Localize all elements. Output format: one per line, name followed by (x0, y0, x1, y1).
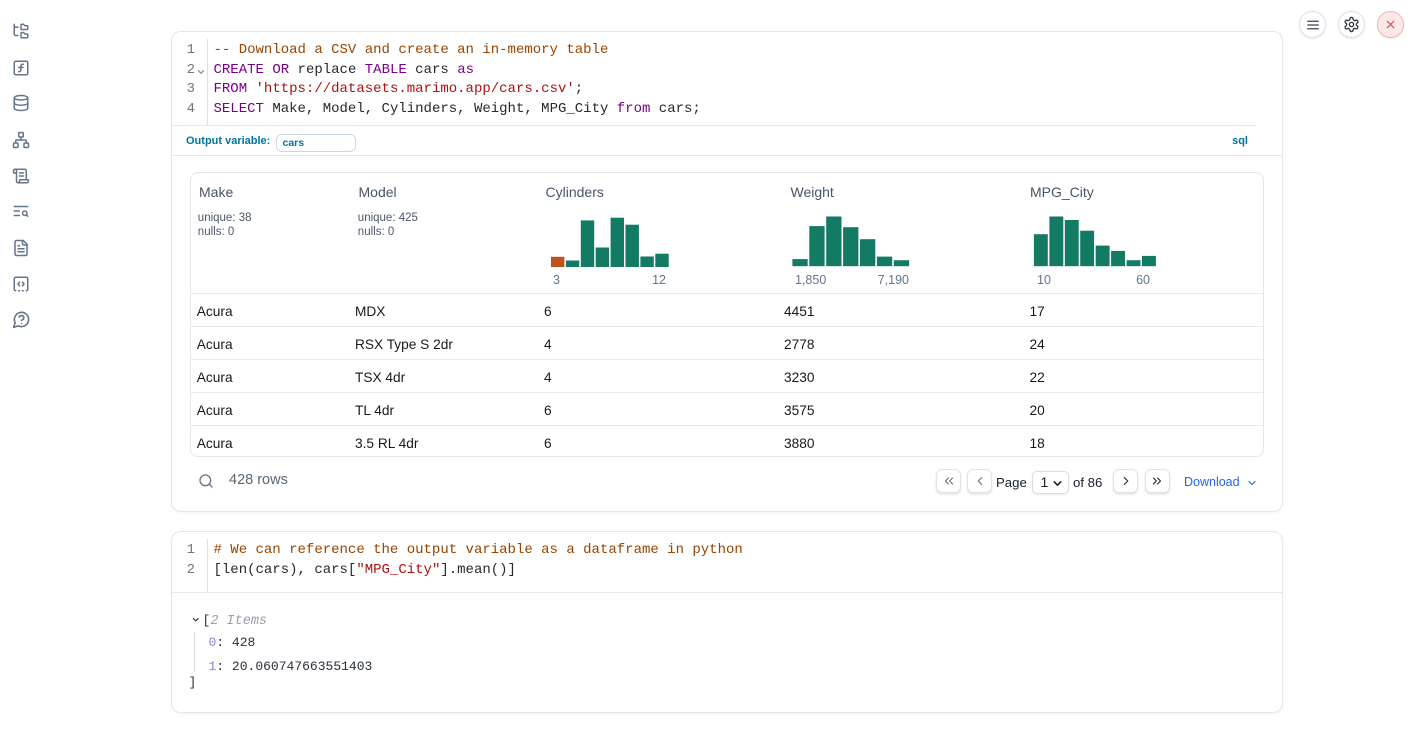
svg-text:10: 10 (1037, 273, 1051, 287)
svg-text:12: 12 (652, 273, 666, 287)
svg-text:7,190: 7,190 (878, 273, 909, 287)
svg-text:3: 3 (553, 273, 560, 287)
svg-text:60: 60 (1136, 273, 1150, 287)
svg-text:1,850: 1,850 (795, 273, 826, 287)
